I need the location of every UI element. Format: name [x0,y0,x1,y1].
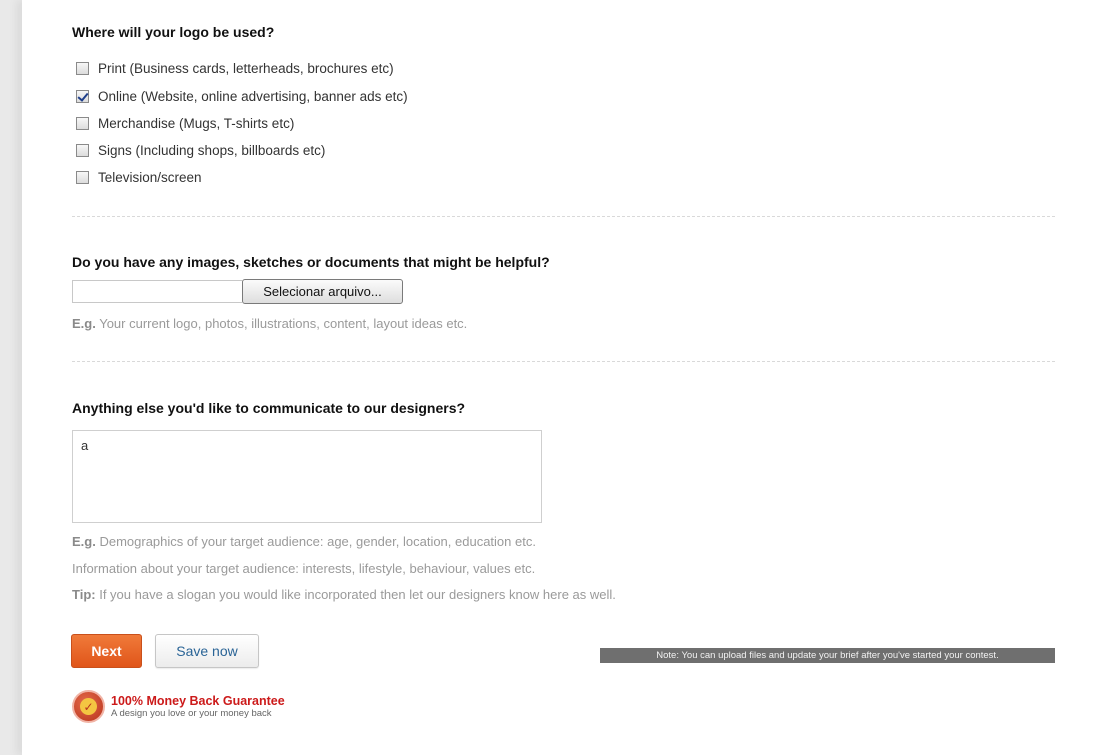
hint-prefix: E.g. [72,534,96,549]
checkmark-badge-icon: ✓ [72,690,105,723]
usage-heading: Where will your logo be used? [72,24,275,40]
guarantee-title: 100% Money Back Guarantee [111,694,285,708]
checkbox-online[interactable] [76,89,89,103]
section-divider [72,361,1055,362]
checkbox-merchandise[interactable] [76,116,89,130]
notes-heading: Anything else you'd like to communicate … [72,400,466,416]
option-label: Online (Website, online advertising, ban… [98,88,408,104]
hint-prefix: E.g. [72,316,96,331]
tip-text: If you have a slogan you would like inco… [95,587,616,602]
hint-text: Your current logo, photos, illustrations… [95,316,468,331]
option-label: Signs (Including shops, billboards etc) [98,142,326,158]
option-label: Television/screen [98,169,202,185]
files-hint: E.g. Your current logo, photos, illustra… [72,316,467,331]
checkbox-television[interactable] [76,170,89,184]
option-television[interactable]: Television/screen [76,168,202,186]
file-name-field[interactable] [72,280,242,303]
upload-note: Note: You can upload files and update yo… [600,648,1055,663]
notes-hint-2: Information about your target audience: … [72,561,536,576]
option-online[interactable]: Online (Website, online advertising, ban… [76,87,408,105]
option-merchandise[interactable]: Merchandise (Mugs, T-shirts etc) [76,114,294,132]
notes-hint-1: E.g. Demographics of your target audienc… [72,534,536,549]
tip-prefix: Tip: [72,587,96,602]
guarantee-subtitle: A design you love or your money back [111,708,272,719]
guarantee-text: 100% Money Back Guarantee A design you l… [111,694,285,719]
option-print[interactable]: Print (Business cards, letterheads, broc… [76,59,394,77]
option-label: Merchandise (Mugs, T-shirts etc) [98,115,295,131]
option-signs[interactable]: Signs (Including shops, billboards etc) [76,141,325,159]
save-now-button[interactable]: Save now [155,634,259,668]
hint-text: Demographics of your target audience: ag… [95,534,536,549]
files-heading: Do you have any images, sketches or docu… [72,254,550,270]
notes-textarea[interactable]: a [72,430,542,523]
next-button[interactable]: Next [71,634,142,668]
section-divider [72,216,1055,217]
money-back-guarantee: ✓ 100% Money Back Guarantee A design you… [72,690,285,723]
checkbox-print[interactable] [76,61,89,75]
choose-file-button[interactable]: Selecionar arquivo... [242,279,403,304]
checkbox-signs[interactable] [76,143,89,157]
notes-tip: Tip: If you have a slogan you would like… [72,587,616,602]
option-label: Print (Business cards, letterheads, broc… [98,60,394,76]
